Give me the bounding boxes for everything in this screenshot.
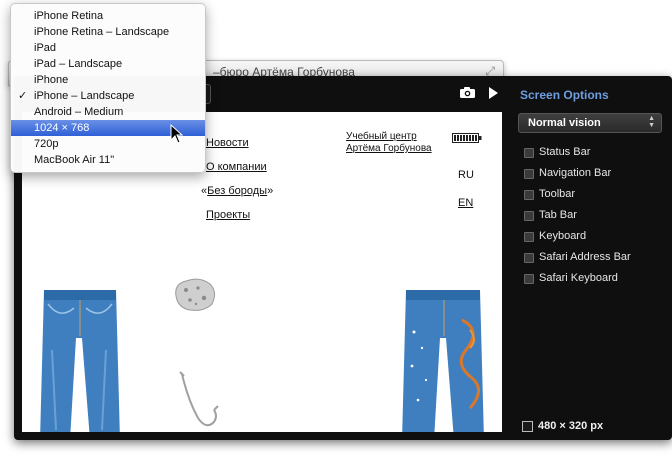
- menu-item-label: iPhone – Landscape: [34, 90, 135, 102]
- battery-icon: [452, 133, 482, 143]
- menu-item-iphone-retina[interactable]: iPhone Retina: [11, 8, 205, 24]
- menu-item-label: 720p: [34, 138, 59, 150]
- checkbox[interactable]: [524, 190, 534, 200]
- menu-item-macbook-air-11[interactable]: MacBook Air 11": [11, 152, 205, 168]
- option-label: Toolbar: [539, 188, 576, 200]
- menu-item-label: iPad – Landscape: [34, 58, 123, 70]
- nav-link-beardless[interactable]: «Без бороды»: [201, 185, 273, 197]
- menu-item-label: iPhone: [34, 74, 69, 86]
- nav-link-beardless-text: Без бороды: [207, 185, 268, 197]
- size-label: 480 × 320 px: [538, 420, 604, 432]
- option-label: Safari Keyboard: [539, 272, 618, 284]
- menu-item-label: iPhone Retina: [34, 10, 104, 22]
- checkbox[interactable]: [524, 274, 534, 284]
- checkmark-icon: ✓: [18, 90, 28, 102]
- lang-en-link[interactable]: EN: [458, 197, 473, 209]
- menu-item-label: 1024 × 768: [34, 122, 90, 134]
- menu-item-label: iPhone Retina – Landscape: [34, 26, 170, 38]
- checkbox[interactable]: [524, 253, 534, 263]
- menu-item-ipad-landscape[interactable]: iPad – Landscape: [11, 56, 205, 72]
- vision-select-value: Normal vision: [528, 117, 601, 129]
- camera-icon[interactable]: [460, 87, 475, 98]
- menu-item-label: Android – Medium: [34, 106, 124, 118]
- nav-link-news[interactable]: Новости: [206, 137, 249, 149]
- option-label: Tab Bar: [539, 209, 577, 221]
- checkbox[interactable]: [524, 211, 534, 221]
- menu-item-iphone-retina-landscape[interactable]: iPhone Retina – Landscape: [11, 24, 205, 40]
- option-label: Keyboard: [539, 230, 587, 242]
- mouse-cursor-icon: [170, 124, 184, 144]
- option-label: Navigation Bar: [539, 167, 612, 179]
- menu-item-label: MacBook Air 11": [34, 154, 115, 166]
- quote-close: »: [267, 185, 274, 197]
- menu-item-iphone-landscape[interactable]: ✓ iPhone – Landscape: [11, 88, 205, 104]
- vision-select[interactable]: Normal vision ▲ ▼: [518, 113, 662, 133]
- lang-ru: RU: [458, 169, 474, 181]
- size-checkbox[interactable]: [522, 421, 533, 432]
- brand-link[interactable]: Учебный центр Артёма Горбунова: [346, 131, 432, 155]
- rock-image: [175, 278, 216, 311]
- jeans-right-image: [402, 290, 484, 432]
- menu-item-android-medium[interactable]: Android – Medium: [11, 104, 205, 120]
- jeans-left-image: [40, 290, 120, 432]
- checkbox[interactable]: [524, 148, 534, 158]
- checkbox[interactable]: [524, 232, 534, 242]
- menu-item-iphone[interactable]: iPhone: [11, 72, 205, 88]
- brand-line-1: Учебный центр: [346, 131, 417, 142]
- updown-arrows-icon: ▲ ▼: [648, 115, 655, 129]
- play-icon[interactable]: [488, 87, 498, 99]
- menu-item-label: iPad: [34, 42, 57, 54]
- fishhook-image: [179, 371, 219, 427]
- nav-link-about[interactable]: О компании: [206, 161, 267, 173]
- screen-options-title: Screen Options: [520, 88, 609, 102]
- menu-item-ipad[interactable]: iPad: [11, 40, 205, 56]
- option-label: Safari Address Bar: [539, 251, 631, 263]
- device-menu: iPhone Retina iPhone Retina – Landscape …: [10, 3, 206, 173]
- nav-link-projects[interactable]: Проекты: [206, 209, 250, 221]
- checkbox[interactable]: [524, 169, 534, 179]
- brand-line-2: Артёма Горбунова: [346, 143, 432, 154]
- option-label: Status Bar: [539, 146, 591, 158]
